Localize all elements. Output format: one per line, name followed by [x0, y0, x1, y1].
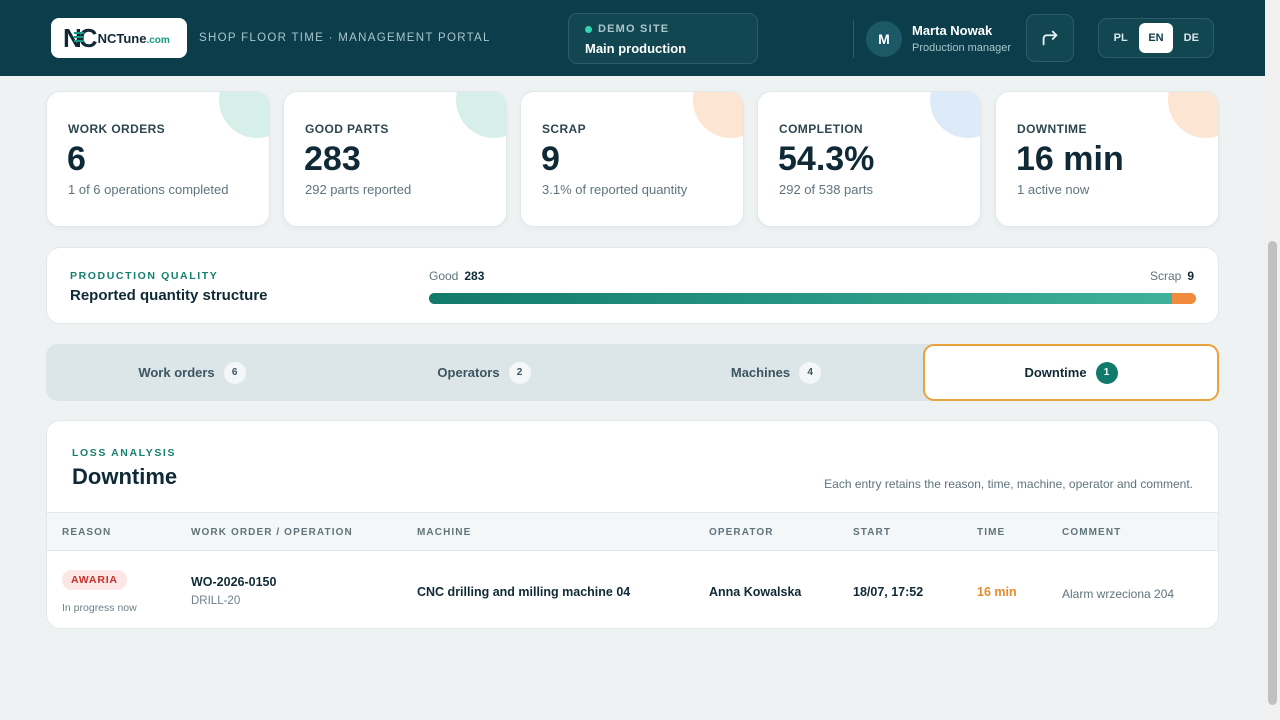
user-name: Marta Nowak: [912, 23, 993, 38]
kpi-label: DOWNTIME: [1017, 122, 1087, 136]
panel-note: Each entry retains the reason, time, mac…: [824, 477, 1193, 491]
reason-status: In progress now: [62, 602, 137, 614]
quality-title: Reported quantity structure: [70, 287, 268, 304]
downtime-comment: Alarm wrzeciona 204: [1062, 587, 1175, 601]
lang-en-button[interactable]: EN: [1139, 23, 1173, 53]
tab-downtime[interactable]: Downtime 1: [923, 344, 1219, 401]
avatar[interactable]: M: [866, 21, 902, 57]
reason-badge: AWARIA: [62, 570, 127, 590]
logo-mark: NC: [63, 22, 98, 53]
page-scrollbar-thumb[interactable]: [1268, 241, 1277, 705]
kpi-label: WORK ORDERS: [68, 122, 166, 136]
good-legend: Good 283: [429, 269, 485, 283]
kpi-card-work-orders: WORK ORDERS 6 1 of 6 operations complete…: [46, 91, 270, 227]
table-row[interactable]: AWARIA In progress now WO-2026-0150 DRIL…: [47, 551, 1218, 628]
column-header-time: TIME: [977, 527, 1006, 538]
panel-title: Downtime: [72, 464, 178, 489]
lang-pl-button[interactable]: PL: [1104, 23, 1137, 53]
logout-button[interactable]: [1026, 14, 1074, 62]
kpi-label: GOOD PARTS: [305, 122, 389, 136]
tab-label: Downtime: [1024, 365, 1087, 380]
tab-machines[interactable]: Machines 4: [630, 344, 922, 401]
logout-arrow-icon: [1042, 30, 1058, 46]
column-header-machine: MACHINE: [417, 527, 472, 538]
column-header-start: START: [853, 527, 892, 538]
tab-count-badge: 4: [799, 361, 822, 384]
user-role: Production manager: [912, 42, 1012, 54]
panel-eyebrow: LOSS ANALYSIS: [72, 447, 177, 459]
kpi-value: 283: [304, 140, 361, 178]
site-name: Main production: [585, 41, 687, 56]
quality-card: PRODUCTION QUALITY Reported quantity str…: [46, 247, 1219, 324]
kpi-value: 6: [67, 140, 86, 178]
kpi-subtext: 292 of 538 parts: [779, 182, 873, 197]
operation-code: DRILL-20: [191, 595, 241, 607]
downtime-panel: LOSS ANALYSIS Downtime Each entry retain…: [46, 420, 1219, 629]
site-label: DEMO SITE: [585, 23, 757, 35]
kpi-value: 54.3%: [778, 140, 875, 178]
tab-operators[interactable]: Operators 2: [338, 344, 630, 401]
kpi-subtext: 292 parts reported: [305, 182, 412, 197]
kpi-value: 9: [541, 140, 560, 178]
top-bar: NC NCTune.com SHOP FLOOR TIME · MANAGEME…: [0, 0, 1265, 76]
scrap-legend: Scrap 9: [1149, 269, 1194, 283]
kpi-decoration: [456, 92, 506, 138]
kpi-subtext: 3.1% of reported quantity: [542, 182, 688, 197]
tab-count-badge: 1: [1095, 361, 1118, 384]
kpi-decoration: [693, 92, 743, 138]
kpi-decoration: [219, 92, 269, 138]
tab-count-badge: 6: [223, 361, 246, 384]
tab-work-orders[interactable]: Work orders 6: [46, 344, 338, 401]
operator-name: Anna Kowalska: [709, 585, 802, 599]
tab-label: Work orders: [138, 365, 215, 380]
kpi-card-completion: COMPLETION 54.3% 292 of 538 parts: [757, 91, 981, 227]
logo-text: NCTune.com: [97, 30, 170, 46]
kpi-card-downtime: DOWNTIME 16 min 1 active now: [995, 91, 1219, 227]
work-order-number: WO-2026-0150: [191, 575, 277, 589]
column-header-work-order: WORK ORDER / OPERATION: [191, 527, 353, 538]
kpi-subtext: 1 of 6 operations completed: [68, 182, 229, 197]
good-parts-fill: [429, 293, 1173, 304]
tab-count-badge: 2: [508, 361, 531, 384]
header-divider: [853, 20, 854, 58]
language-switcher: PL EN DE: [1098, 18, 1214, 58]
kpi-label: SCRAP: [542, 122, 587, 136]
kpi-label: COMPLETION: [779, 122, 863, 136]
start-time: 18/07, 17:52: [853, 585, 924, 599]
column-header-operator: OPERATOR: [709, 527, 774, 538]
portal-title: SHOP FLOOR TIME · MANAGEMENT PORTAL: [199, 32, 491, 44]
kpi-decoration: [930, 92, 980, 138]
tab-label: Machines: [730, 365, 791, 380]
kpi-decoration: [1168, 92, 1218, 138]
site-selector[interactable]: DEMO SITE Main production: [568, 13, 758, 64]
table-header: REASON WORK ORDER / OPERATION MACHINE OP…: [47, 512, 1218, 551]
kpi-card-good-parts: GOOD PARTS 283 292 parts reported: [283, 91, 507, 227]
tab-label: Operators: [437, 365, 500, 380]
quality-progress-bar: [429, 293, 1196, 304]
site-status-dot-icon: [585, 25, 592, 33]
lang-de-button[interactable]: DE: [1175, 23, 1208, 53]
column-header-comment: COMMENT: [1062, 527, 1122, 538]
kpi-value: 16 min: [1016, 140, 1124, 178]
kpi-subtext: 1 active now: [1017, 182, 1090, 197]
machine-name: CNC drilling and milling machine 04: [417, 585, 631, 599]
downtime-duration: 16 min: [977, 585, 1017, 599]
quality-eyebrow: PRODUCTION QUALITY: [70, 270, 219, 282]
app-logo[interactable]: NC NCTune.com: [51, 18, 187, 58]
kpi-card-scrap: SCRAP 9 3.1% of reported quantity: [520, 91, 744, 227]
section-tabs: Work orders 6 Operators 2 Machines 4 Dow…: [46, 344, 1219, 401]
column-header-reason: REASON: [62, 527, 112, 538]
